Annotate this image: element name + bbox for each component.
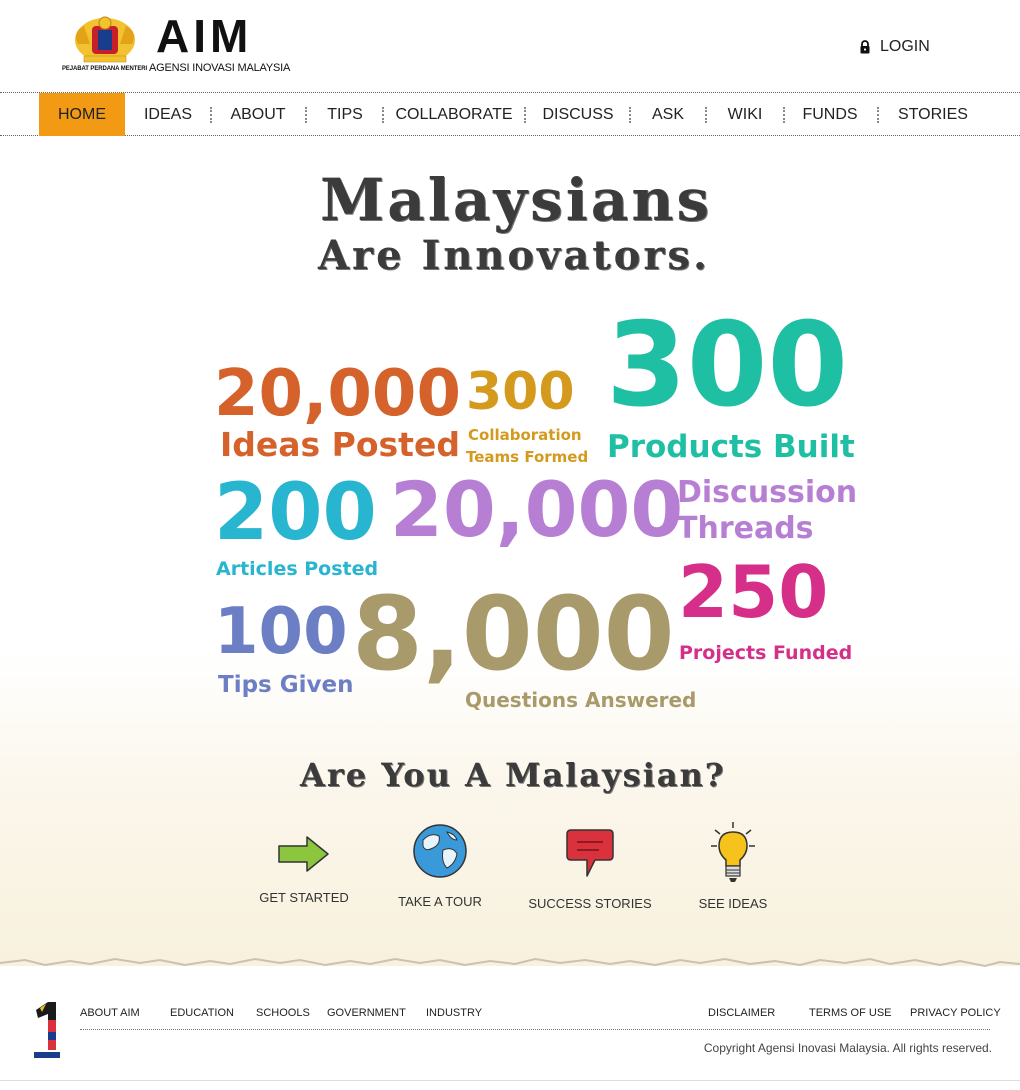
speech-bubble-icon — [566, 829, 614, 877]
stat-projects-label: Projects Funded — [679, 642, 853, 664]
footer-link-industry[interactable]: INDUSTRY — [426, 1007, 482, 1019]
get-started-button[interactable]: GET STARTED — [259, 834, 349, 905]
nav-home[interactable]: HOME — [39, 93, 125, 136]
hero-title-line2: Are Innovators. — [318, 232, 710, 279]
see-ideas-button[interactable]: SEE IDEAS — [698, 822, 768, 911]
footer-link-terms[interactable]: TERMS OF USE — [809, 1007, 892, 1019]
lock-icon — [860, 40, 870, 54]
brand-title[interactable]: AIM — [156, 10, 252, 62]
page-bottom-divider — [0, 1080, 1020, 1081]
login-link[interactable]: LOGIN — [858, 36, 930, 58]
copyright-text: Copyright Agensi Inovasi Malaysia. All r… — [703, 1041, 992, 1055]
site-footer — [0, 975, 1020, 1090]
nav-separator — [305, 107, 307, 123]
stat-discussion-label-line2: Threads — [677, 511, 814, 546]
stat-tips-value: 100 — [214, 595, 348, 669]
login-label: LOGIN — [880, 38, 930, 55]
brand-subtitle: AGENSI INOVASI MALAYSIA — [149, 62, 291, 74]
stat-ideas-label: Ideas Posted — [220, 425, 460, 464]
hero-title-line1: Malaysians — [320, 166, 713, 234]
footer-link-about-aim[interactable]: ABOUT AIM — [80, 1007, 140, 1019]
stat-projects-value: 250 — [678, 550, 829, 634]
nav-separator — [524, 107, 526, 123]
take-a-tour-label: TAKE A TOUR — [398, 894, 482, 909]
nav-collaborate[interactable]: COLLABORATE — [395, 93, 512, 136]
nav-about[interactable]: ABOUT — [226, 93, 290, 136]
nav-separator — [210, 107, 212, 123]
nav-separator — [629, 107, 631, 123]
nav-stories[interactable]: STORIES — [896, 93, 970, 136]
stat-teams-label-line2: Teams Formed — [466, 448, 589, 466]
see-ideas-label: SEE IDEAS — [698, 896, 768, 911]
stat-teams-value: 300 — [466, 362, 575, 422]
nav-separator — [877, 107, 879, 123]
stat-questions-label: Questions Answered — [465, 688, 697, 712]
footer-link-education[interactable]: EDUCATION — [170, 1007, 234, 1019]
stat-products-value: 300 — [606, 298, 849, 433]
stat-articles-value: 200 — [214, 468, 377, 558]
main-nav: HOME IDEAS ABOUT TIPS COLLABORATE DISCUS… — [0, 92, 1020, 136]
crest-caption: PEJABAT PERDANA MENTERI — [62, 66, 148, 72]
globe-icon — [413, 824, 467, 878]
nav-discuss[interactable]: DISCUSS — [540, 93, 616, 136]
nav-separator — [382, 107, 384, 123]
lightbulb-icon — [711, 822, 755, 882]
nav-ideas[interactable]: IDEAS — [138, 93, 198, 136]
nav-tips[interactable]: TIPS — [320, 93, 370, 136]
footer-link-disclaimer[interactable]: DISCLAIMER — [708, 1007, 775, 1019]
1malaysia-logo — [34, 1002, 60, 1058]
footer-link-government[interactable]: GOVERNMENT — [327, 1007, 406, 1019]
arrow-right-icon — [278, 836, 329, 872]
site-header: PEJABAT PERDANA MENTERI AIM AGENSI INOVA… — [0, 0, 1020, 92]
stat-ideas-value: 20,000 — [214, 357, 461, 431]
nav-wiki[interactable]: WIKI — [722, 93, 768, 136]
nav-separator — [783, 107, 785, 123]
footer-link-schools[interactable]: SCHOOLS — [256, 1007, 310, 1019]
nav-ask[interactable]: ASK — [645, 93, 691, 136]
take-a-tour-button[interactable]: TAKE A TOUR — [398, 822, 482, 909]
stat-discussion-label-line1: Discussion — [677, 475, 858, 510]
footer-divider — [80, 1029, 990, 1030]
nav-funds[interactable]: FUNDS — [798, 93, 862, 136]
stat-discussion-value: 20,000 — [390, 465, 684, 554]
nav-separator — [705, 107, 707, 123]
stat-questions-value: 8,000 — [352, 575, 675, 694]
footer-link-privacy[interactable]: PRIVACY POLICY — [910, 1007, 1001, 1019]
coat-of-arms-icon — [75, 16, 135, 63]
stat-products-label: Products Built — [607, 429, 855, 465]
get-started-label: GET STARTED — [259, 890, 349, 905]
success-stories-label: SUCCESS STORIES — [528, 896, 652, 911]
stat-teams-label-line1: Collaboration — [468, 426, 582, 444]
stat-tips-label: Tips Given — [218, 672, 354, 698]
cta-question: Are You A Malaysian? — [300, 756, 726, 794]
success-stories-button[interactable]: SUCCESS STORIES — [528, 828, 652, 911]
